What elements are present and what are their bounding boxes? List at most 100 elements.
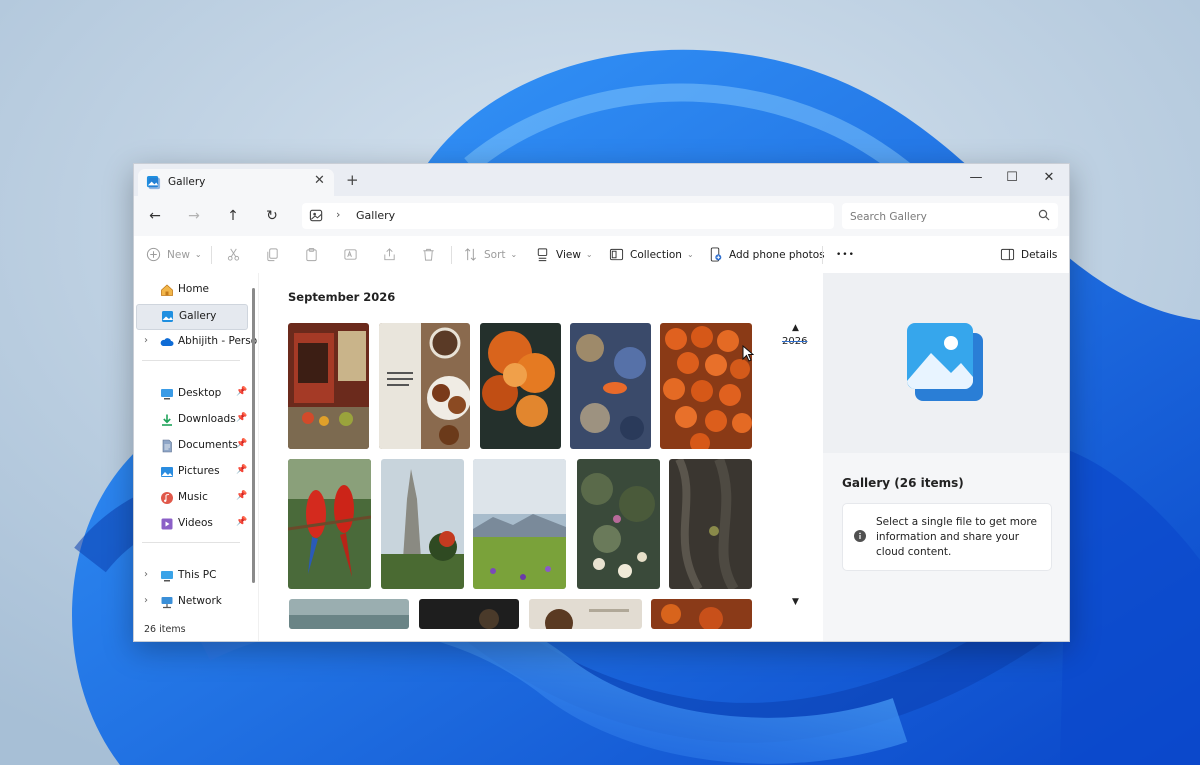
nav-label-music: Music: [178, 491, 208, 503]
photo-fish[interactable]: [570, 323, 651, 449]
chevron-down-icon: ⌄: [194, 250, 202, 259]
address-bar: ← → ↑ ↻ › Gallery: [134, 196, 1069, 237]
phone-icon: [710, 247, 722, 262]
sort-label: Sort: [484, 248, 506, 261]
nav-label-desktop: Desktop: [178, 387, 222, 399]
photo-wood-texture[interactable]: [669, 459, 752, 589]
close-tab-icon[interactable]: ✕: [314, 173, 325, 188]
timeline-up-arrow-icon[interactable]: ▲: [792, 323, 799, 333]
close-window-button[interactable]: ✕: [1031, 167, 1067, 191]
new-tab-button[interactable]: +: [346, 171, 359, 189]
rename-icon: [344, 249, 357, 260]
details-pane-icon: [1000, 248, 1015, 261]
sort-button[interactable]: Sort ⌄: [463, 236, 517, 273]
picture-icon: [161, 467, 173, 477]
document-icon: [162, 439, 172, 453]
file-explorer-window: Gallery ✕ + — ☐ ✕ ← → ↑ ↻ › Gallery Sear…: [133, 163, 1070, 642]
new-button[interactable]: New ⌄: [146, 236, 202, 273]
desktop-icon: [161, 389, 173, 400]
home-icon: [161, 284, 173, 296]
nav-scrollbar[interactable]: [252, 288, 255, 583]
nav-item-network[interactable]: › Network: [136, 590, 246, 614]
chevron-down-icon: ⌄: [686, 250, 694, 259]
video-icon: [161, 518, 173, 530]
nav-divider: [142, 360, 240, 361]
rename-button[interactable]: [343, 236, 364, 273]
details-info-text: Select a single file to get more informa…: [876, 516, 1037, 558]
nav-item-documents[interactable]: Documents 📌: [136, 434, 247, 458]
timeline-year[interactable]: 2026: [782, 336, 807, 347]
divider: [451, 246, 452, 264]
photo-meadow[interactable]: [473, 459, 566, 589]
photo-storefront[interactable]: [288, 323, 369, 449]
maximize-button[interactable]: ☐: [994, 167, 1030, 191]
nav-item-gallery[interactable]: Gallery: [136, 304, 248, 330]
music-icon: [161, 492, 173, 504]
add-phone-photos-button[interactable]: Add phone photos: [708, 236, 825, 273]
refresh-button[interactable]: ↻: [259, 204, 285, 228]
photo-coffee[interactable]: [529, 599, 642, 629]
path-box[interactable]: › Gallery: [302, 203, 834, 229]
collection-button[interactable]: Collection ⌄: [609, 236, 694, 273]
view-button[interactable]: View ⌄: [535, 236, 593, 273]
pin-icon: 📌: [236, 491, 248, 501]
copy-button[interactable]: [265, 236, 286, 273]
gallery-view: September 2026 ▲ 2026 ▼: [258, 273, 824, 641]
divider: [211, 246, 212, 264]
nav-item-desktop[interactable]: Desktop 📌: [136, 382, 248, 406]
search-input[interactable]: [848, 206, 1032, 228]
details-preview: [823, 273, 1069, 453]
photo-parrots[interactable]: [288, 459, 371, 589]
photo-autumn-leaves[interactable]: [480, 323, 561, 449]
expand-chevron-icon[interactable]: ›: [144, 335, 148, 346]
pin-icon: 📌: [236, 517, 248, 527]
cut-button[interactable]: [226, 236, 247, 273]
search-icon: [1038, 209, 1050, 221]
photo-autumn-forest[interactable]: [651, 599, 752, 629]
nav-item-home[interactable]: Home: [136, 278, 246, 302]
photo-book-pastries[interactable]: [379, 323, 470, 449]
forward-button[interactable]: →: [181, 204, 207, 228]
pin-icon: 📌: [236, 387, 248, 397]
photo-dark-scene[interactable]: [419, 599, 519, 629]
nav-label-home: Home: [178, 283, 210, 295]
navigation-pane: Home Gallery › Abhijith - Personal Deskt…: [134, 273, 258, 619]
divider: [822, 246, 823, 264]
photo-lake[interactable]: [289, 599, 409, 629]
nav-label-videos: Videos: [178, 517, 213, 529]
nav-label-gallery: Gallery: [179, 310, 217, 322]
plus-circle-icon: [146, 247, 161, 262]
photo-cathedral[interactable]: [381, 459, 464, 589]
cloud-icon: [160, 338, 174, 346]
delete-button[interactable]: [421, 236, 442, 273]
nav-item-this-pc[interactable]: › This PC: [136, 564, 246, 588]
nav-item-videos[interactable]: Videos 📌: [136, 512, 248, 536]
more-options-button[interactable]: •••: [836, 236, 855, 273]
nav-item-downloads[interactable]: Downloads 📌: [136, 408, 247, 432]
up-button[interactable]: ↑: [220, 204, 246, 228]
gallery-icon: [146, 175, 161, 190]
expand-chevron-icon[interactable]: ›: [144, 569, 148, 580]
nav-item-onedrive[interactable]: › Abhijith - Personal: [136, 330, 258, 354]
tab-gallery[interactable]: Gallery ✕: [138, 169, 334, 196]
search-box[interactable]: [842, 203, 1058, 229]
share-button[interactable]: [382, 236, 403, 273]
photo-pumpkins[interactable]: [660, 323, 752, 449]
timeline-down-arrow-icon[interactable]: ▼: [792, 597, 799, 607]
tab-title: Gallery: [168, 176, 206, 188]
gallery-large-icon: [907, 323, 983, 401]
details-pane-button[interactable]: Details: [1000, 236, 1057, 273]
breadcrumb-chevron-icon: ›: [336, 208, 341, 221]
expand-chevron-icon[interactable]: ›: [144, 595, 148, 606]
nav-label-downloads: Downloads: [178, 413, 236, 425]
trash-icon: [423, 248, 434, 261]
photo-flowers[interactable]: [577, 459, 660, 589]
item-count: 26 items: [144, 624, 186, 635]
nav-item-pictures[interactable]: Pictures 📌: [136, 460, 247, 484]
paste-button[interactable]: [304, 236, 325, 273]
nav-item-music[interactable]: Music 📌: [136, 486, 248, 510]
nav-label-this-pc: This PC: [178, 569, 217, 581]
back-button[interactable]: ←: [142, 204, 168, 228]
minimize-button[interactable]: —: [958, 167, 994, 191]
breadcrumb-gallery[interactable]: Gallery: [356, 209, 395, 222]
